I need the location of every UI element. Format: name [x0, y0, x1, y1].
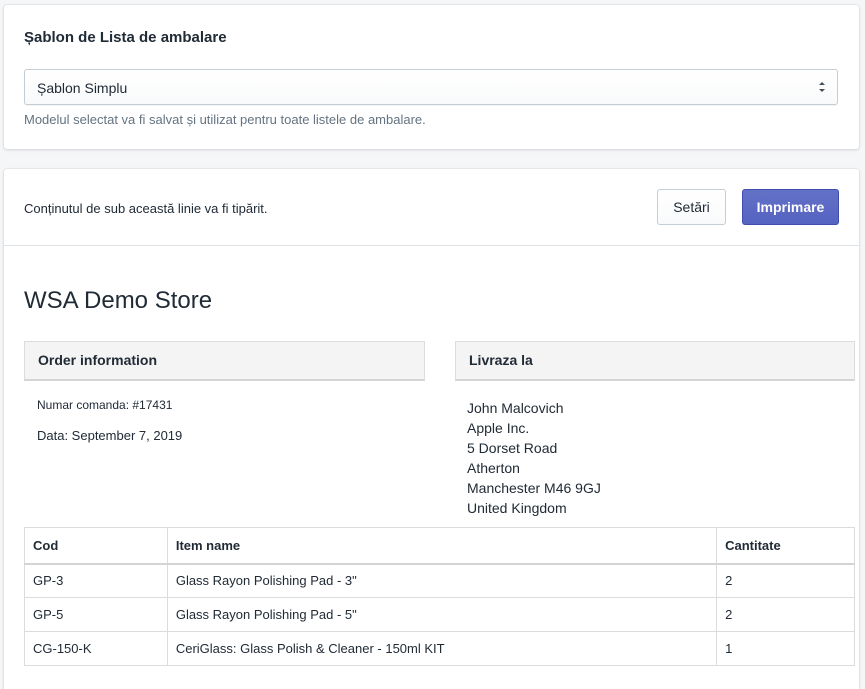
ship-to-heading: Livraza la — [469, 352, 533, 368]
template-select-value: Șablon Simplu — [37, 80, 128, 96]
print-divider — [4, 245, 859, 246]
address-company: Apple Inc. — [467, 420, 530, 436]
ship-to-header: Livraza la — [455, 341, 855, 381]
items-table: Cod Item name Cantitate GP-3 Glass Rayon… — [24, 527, 855, 666]
template-help-text: Modelul selectat va fi salvat și utiliza… — [24, 112, 426, 127]
order-date: Data: September 7, 2019 — [37, 428, 183, 443]
cell-code: GP-3 — [24, 563, 168, 598]
cell-item-name: Glass Rayon Polishing Pad - 3" — [166, 563, 718, 598]
store-name: WSA Demo Store — [24, 287, 213, 314]
address-region: Manchester M46 9GJ — [467, 480, 601, 496]
shipping-address: John Malcovich Apple Inc. 5 Dorset Road … — [467, 398, 601, 518]
header-cantitate: Cantitate — [716, 527, 855, 565]
order-number: Numar comanda: #17431 — [37, 398, 173, 412]
print-info-text: Conținutul de sub această linie va fi ti… — [24, 201, 268, 216]
template-card: Șablon de Lista de ambalare Șablon Simpl… — [4, 5, 859, 149]
table-row: CG-150-K CeriGlass: Glass Polish & Clean… — [24, 631, 855, 666]
print-button[interactable]: Imprimare — [742, 189, 839, 225]
select-arrows-icon — [819, 82, 825, 92]
address-name: John Malcovich — [467, 400, 564, 416]
table-row: GP-3 Glass Rayon Polishing Pad - 3" 2 — [24, 563, 855, 598]
table-row: GP-5 Glass Rayon Polishing Pad - 5" 2 — [24, 597, 855, 632]
cell-item-name: Glass Rayon Polishing Pad - 5" — [166, 597, 718, 632]
address-city: Atherton — [467, 460, 520, 476]
header-cod: Cod — [24, 527, 168, 565]
order-info-heading: Order information — [38, 352, 158, 368]
address-country: United Kingdom — [467, 500, 567, 516]
template-select[interactable]: Șablon Simplu — [24, 69, 838, 105]
cell-item-name: CeriGlass: Glass Polish & Cleaner - 150m… — [166, 631, 718, 666]
cell-code: GP-5 — [24, 597, 168, 632]
address-street: 5 Dorset Road — [467, 440, 558, 456]
header-item-name: Item name — [166, 527, 718, 565]
cell-code: CG-150-K — [24, 631, 168, 666]
cell-quantity: 2 — [716, 563, 855, 598]
template-card-title: Șablon de Lista de ambalare — [24, 29, 227, 46]
settings-button[interactable]: Setări — [657, 189, 726, 225]
print-card: Conținutul de sub această linie va fi ti… — [4, 169, 859, 689]
table-header-row: Cod Item name Cantitate — [24, 527, 855, 565]
cell-quantity: 2 — [716, 597, 855, 632]
cell-quantity: 1 — [716, 631, 855, 666]
order-info-header: Order information — [24, 341, 425, 381]
